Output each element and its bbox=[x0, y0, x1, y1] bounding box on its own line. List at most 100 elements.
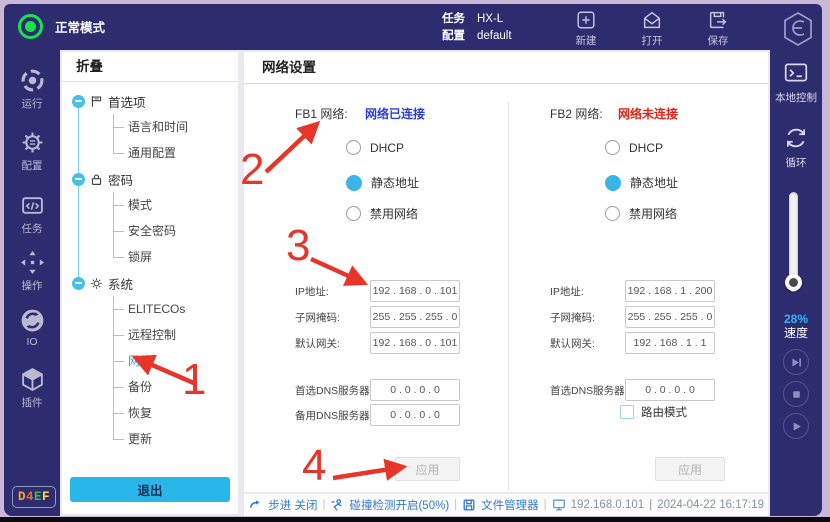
sidebar-item-label: 任务 bbox=[22, 221, 43, 236]
separator: | bbox=[454, 499, 457, 511]
collapse-node-icon[interactable] bbox=[72, 277, 85, 290]
mode-label: 正常模式 bbox=[55, 17, 105, 36]
save-button[interactable]: 保存 bbox=[696, 9, 740, 48]
cube-icon bbox=[20, 367, 45, 392]
play-icon bbox=[790, 420, 803, 433]
fb1-subnet-mask-input[interactable] bbox=[370, 306, 460, 328]
fb2-ip-input[interactable] bbox=[625, 280, 715, 302]
tree-item-mode[interactable]: 模式 bbox=[113, 192, 234, 218]
separator: | bbox=[544, 499, 547, 511]
fb1-dns1-input[interactable] bbox=[370, 379, 460, 401]
collision-detect-status[interactable]: 碰撞检测开启(50%) bbox=[349, 497, 449, 513]
page-title: 网络设置 bbox=[244, 52, 768, 84]
sidebar-item-task[interactable]: 任务 bbox=[4, 193, 60, 236]
sidebar-item-run[interactable]: 运行 bbox=[4, 68, 60, 111]
open-button[interactable]: 打开 bbox=[630, 9, 674, 48]
fb2-dns1-row: 首选DNS服务器: bbox=[550, 379, 715, 401]
collapse-node-icon[interactable] bbox=[72, 173, 85, 186]
settings-tree: 首选项 语言和时间 通用配置 密码 模式 安全密码 锁屏 系统 bbox=[72, 88, 234, 452]
tree-item-general-config[interactable]: 通用配置 bbox=[113, 140, 234, 166]
loop-button[interactable]: 循环 bbox=[770, 125, 822, 170]
file-manager-link[interactable]: 文件管理器 bbox=[481, 497, 539, 513]
io-cycle-icon bbox=[20, 308, 45, 333]
fb1-gateway-input[interactable] bbox=[370, 332, 460, 354]
new-button[interactable]: 新建 bbox=[564, 9, 608, 48]
radio-icon[interactable] bbox=[605, 175, 621, 191]
tree-item-restore[interactable]: 恢复 bbox=[113, 400, 234, 426]
speed-slider[interactable] bbox=[789, 192, 798, 292]
tree-item-lock-screen[interactable]: 锁屏 bbox=[113, 244, 234, 270]
tree-item-backup[interactable]: 备份 bbox=[113, 374, 234, 400]
tree-group-preferences[interactable]: 首选项 bbox=[72, 88, 234, 114]
open-envelope-icon bbox=[641, 9, 663, 31]
tree-item-security-password[interactable]: 安全密码 bbox=[113, 218, 234, 244]
fb1-radio-static[interactable]: 静态地址 bbox=[346, 174, 419, 191]
save-button-label: 保存 bbox=[708, 33, 729, 48]
step-run-button[interactable] bbox=[783, 349, 809, 375]
network-settings-panel: 网络设置 FB1 网络: 网络已连接 DHCP 静态地址 禁用网络 IP地址: … bbox=[244, 52, 768, 492]
tree-item-elitecos[interactable]: ELITECOs bbox=[113, 296, 234, 322]
radio-icon[interactable] bbox=[346, 140, 361, 155]
network-monitor-icon bbox=[552, 498, 566, 512]
radio-icon[interactable] bbox=[605, 206, 620, 221]
stop-icon bbox=[790, 388, 803, 401]
code-window-icon bbox=[20, 193, 45, 218]
fb2-network-status: 网络未连接 bbox=[618, 105, 678, 122]
settings-tree-panel: 折叠 首选项 语言和时间 通用配置 密码 模式 安全密码 锁屏 bbox=[62, 52, 238, 514]
sidebar-item-config[interactable]: 配置 bbox=[4, 130, 60, 173]
fb2-radio-disable[interactable]: 禁用网络 bbox=[605, 205, 677, 222]
device-id-badge: D4EF bbox=[12, 486, 56, 508]
fb2-radio-static[interactable]: 静态地址 bbox=[605, 174, 678, 191]
badge-char: 4 bbox=[26, 490, 34, 504]
datetime: 2024-04-22 16:17:19 bbox=[657, 499, 764, 511]
stop-button[interactable] bbox=[783, 381, 809, 407]
fb1-dns2-input[interactable] bbox=[370, 404, 460, 426]
bottom-edge bbox=[0, 517, 830, 522]
radio-icon[interactable] bbox=[346, 206, 361, 221]
tree-item-update[interactable]: 更新 bbox=[113, 426, 234, 452]
robot-ip: 192.168.0.101 bbox=[571, 499, 645, 511]
tree-group-label: 系统 bbox=[108, 274, 133, 293]
tree-panel-title: 折叠 bbox=[62, 52, 238, 82]
local-control-button[interactable]: 本地控制 bbox=[770, 60, 822, 105]
sidebar-item-plugin[interactable]: 插件 bbox=[4, 367, 60, 410]
exit-button[interactable]: 退出 bbox=[70, 477, 230, 502]
tree-trunk-line bbox=[78, 101, 79, 283]
fb1-gateway-row: 默认网关: bbox=[295, 332, 460, 354]
play-button[interactable] bbox=[783, 413, 809, 439]
sidebar-item-io[interactable]: IO bbox=[4, 308, 60, 348]
checkbox-icon[interactable] bbox=[620, 405, 634, 419]
radio-icon[interactable] bbox=[346, 175, 362, 191]
brand-logo-icon bbox=[780, 11, 816, 47]
radio-icon[interactable] bbox=[605, 140, 620, 155]
fb1-apply-button[interactable]: 应用 bbox=[395, 457, 460, 481]
fb2-apply-button[interactable]: 应用 bbox=[655, 457, 725, 481]
fb2-route-mode-toggle[interactable]: 路由模式 bbox=[620, 404, 687, 420]
tree-group-password[interactable]: 密码 bbox=[72, 166, 234, 192]
new-file-icon bbox=[575, 9, 597, 31]
step-mode-status[interactable]: 步进 关闭 bbox=[268, 497, 317, 513]
collapse-node-icon[interactable] bbox=[72, 95, 85, 108]
fb2-gateway-input[interactable] bbox=[625, 332, 715, 354]
field-label: 默认网关: bbox=[550, 336, 625, 351]
left-sidebar: 运行 配置 任务 操作 IO bbox=[4, 50, 60, 516]
fb2-subnet-mask-input[interactable] bbox=[625, 306, 715, 328]
top-bar: 正常模式 任务 HX-L 配置 default 新建 打开 保存 bbox=[4, 4, 822, 50]
speed-slider-handle[interactable] bbox=[785, 274, 802, 291]
mode-status-icon bbox=[18, 14, 43, 39]
fb2-dns1-input[interactable] bbox=[625, 379, 715, 401]
tree-item-network[interactable]: 网络 bbox=[113, 348, 234, 374]
fb1-ip-input[interactable] bbox=[370, 280, 460, 302]
fb1-radio-dhcp[interactable]: DHCP bbox=[346, 140, 404, 155]
fb1-radio-disable[interactable]: 禁用网络 bbox=[346, 205, 418, 222]
tree-item-remote-control[interactable]: 远程控制 bbox=[113, 322, 234, 348]
task-value: HX-L bbox=[477, 11, 503, 28]
fb2-radio-dhcp[interactable]: DHCP bbox=[605, 140, 663, 155]
tree-group-system[interactable]: 系统 bbox=[72, 270, 234, 296]
right-sidebar: 本地控制 循环 28% 速度 bbox=[770, 50, 822, 516]
fb1-network-status: 网络已连接 bbox=[365, 105, 425, 122]
sidebar-item-operate[interactable]: 操作 bbox=[4, 250, 60, 293]
tree-item-language-time[interactable]: 语言和时间 bbox=[113, 114, 234, 140]
field-label: 首选DNS服务器: bbox=[550, 383, 625, 398]
status-bar: 步进 关闭 | 碰撞检测开启(50%) | 文件管理器 | 192.168.0.… bbox=[244, 494, 768, 516]
